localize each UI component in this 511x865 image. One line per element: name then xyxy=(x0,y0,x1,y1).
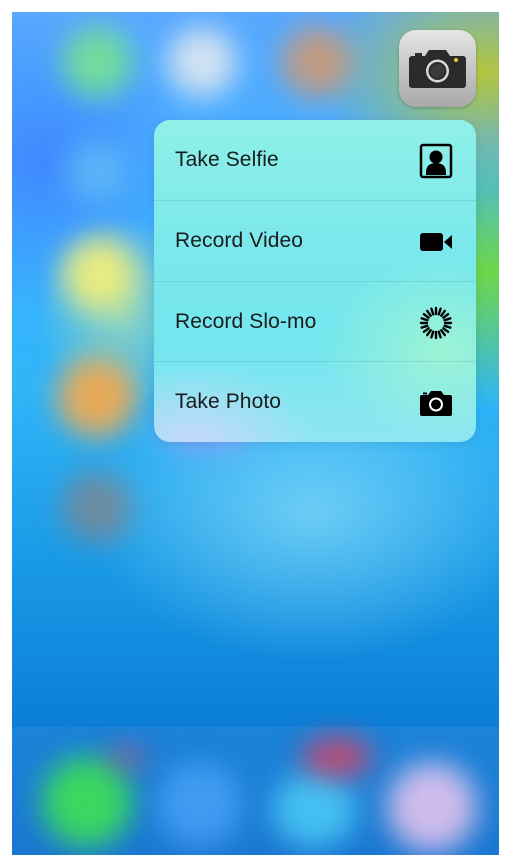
blurred-dock-icon xyxy=(42,757,132,847)
selfie-portrait-icon xyxy=(419,143,453,179)
quick-action-label: Record Slo-mo xyxy=(175,310,317,333)
blurred-app-icon xyxy=(62,237,137,312)
blurred-dock-icon xyxy=(157,762,242,847)
quick-action-record-slo-mo[interactable]: Record Slo-mo xyxy=(154,282,476,362)
quick-action-record-video[interactable]: Record Video xyxy=(154,201,476,281)
slo-mo-icon xyxy=(419,306,453,340)
blurred-dock-icon xyxy=(387,762,477,852)
blurred-dock-badge xyxy=(302,737,372,777)
home-screen-blurred: Take Selfie Record Video Record Slo-mo T… xyxy=(12,12,499,855)
quick-action-label: Take Selfie xyxy=(175,148,279,171)
blurred-dock-icon xyxy=(272,772,357,847)
quick-action-label: Record Video xyxy=(175,229,304,252)
camera-icon xyxy=(420,391,452,416)
blurred-app-icon xyxy=(167,27,237,97)
blurred-dock-badge xyxy=(107,747,147,767)
video-camera-icon xyxy=(420,233,452,251)
blurred-app-icon xyxy=(62,27,132,97)
quick-action-label: Take Photo xyxy=(175,390,282,413)
blurred-app-icon xyxy=(62,472,132,542)
quick-action-take-photo[interactable]: Take Photo xyxy=(154,362,476,442)
quick-action-take-selfie[interactable]: Take Selfie xyxy=(154,120,476,200)
blurred-app-icon xyxy=(67,142,127,202)
camera-app-icon[interactable] xyxy=(399,30,476,107)
blurred-app-icon xyxy=(57,357,137,437)
quick-actions-menu: Take Selfie Record Video Record Slo-mo T… xyxy=(154,120,476,442)
blurred-app-icon xyxy=(282,27,352,97)
camera-icon xyxy=(409,50,466,88)
